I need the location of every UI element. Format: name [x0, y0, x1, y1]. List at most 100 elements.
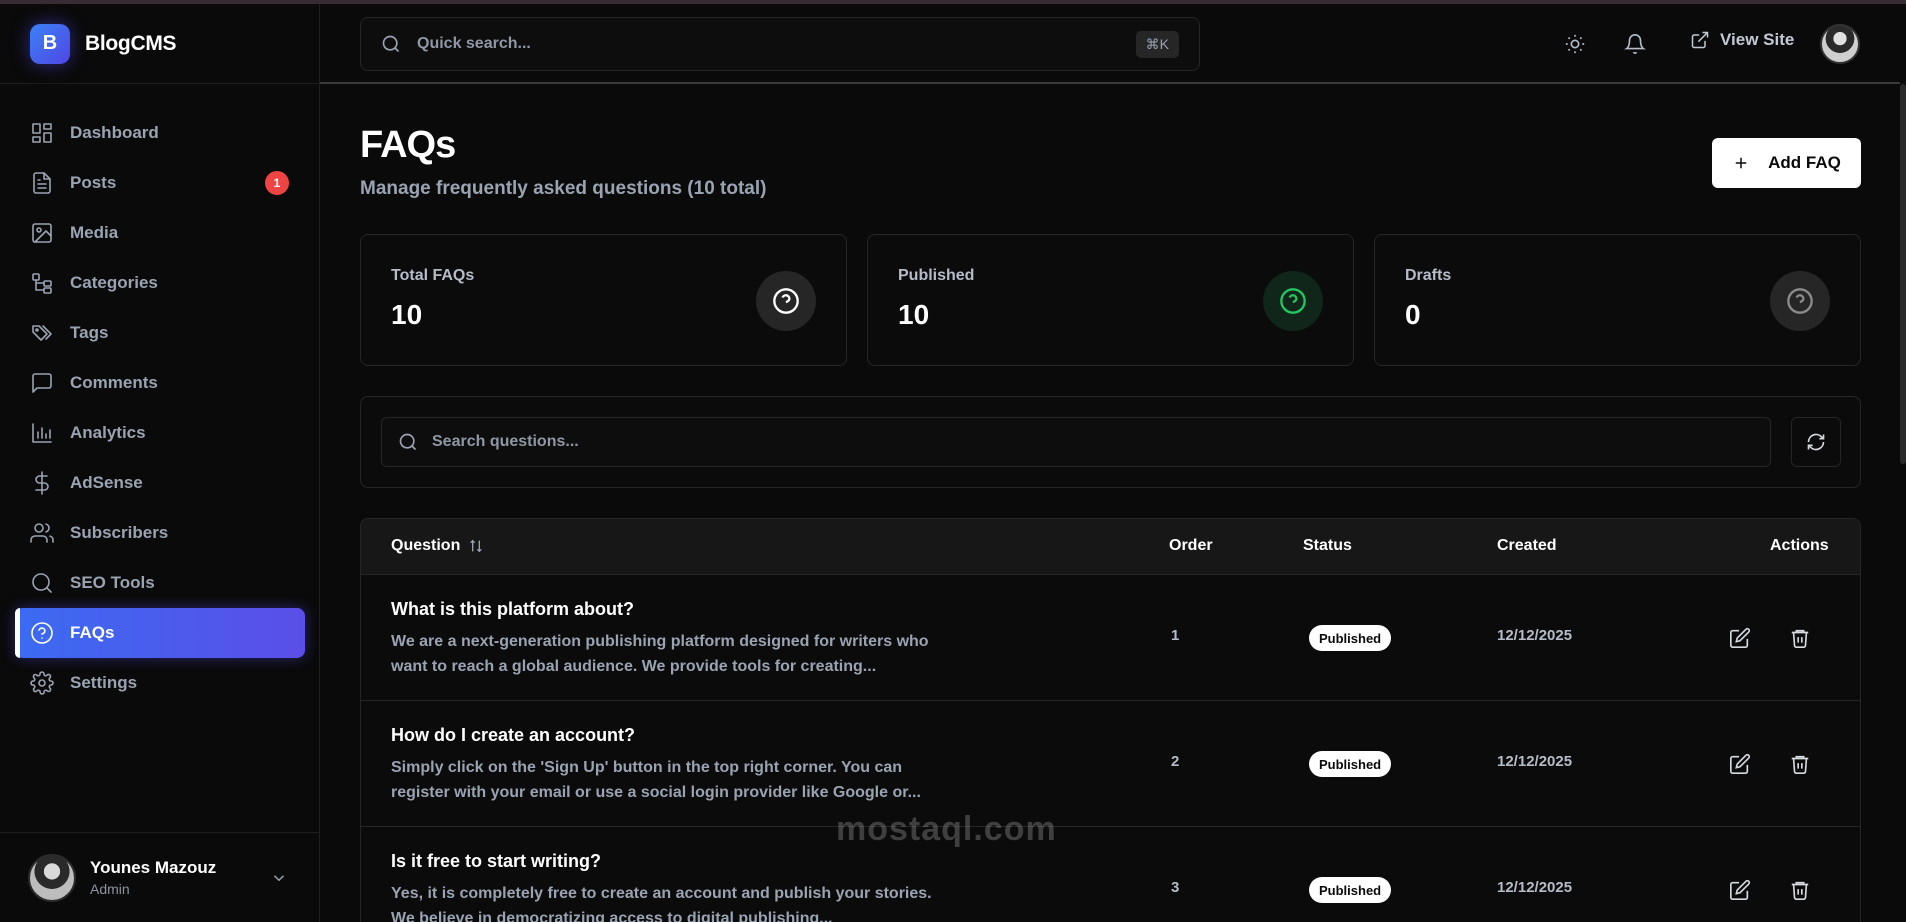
bar-chart-icon [32, 423, 52, 443]
stat-value: 10 [898, 299, 930, 330]
table-header: Question Order Status Created Actions [361, 519, 1860, 575]
column-header-actions: Actions [1770, 537, 1829, 554]
sidebar-item-subscribers[interactable]: Subscribers [15, 508, 305, 558]
search-icon [32, 573, 52, 593]
order-cell: 1 [1171, 627, 1180, 644]
sidebar-item-label: FAQs [70, 623, 115, 642]
sidebar-item-analytics[interactable]: Analytics [15, 408, 305, 458]
avatar [28, 853, 76, 902]
stat-card-drafts: Drafts 0 [1374, 234, 1861, 366]
help-circle-icon [773, 288, 799, 314]
categories-icon [32, 273, 52, 294]
column-header-question[interactable]: Question [391, 537, 484, 555]
quick-search-placeholder: Quick search... [417, 35, 531, 52]
table-row: How do I create an account? Simply click… [361, 701, 1860, 827]
sidebar: B BlogCMS Dashboard Posts 1 Media Catego… [0, 4, 320, 922]
bell-icon[interactable] [1624, 33, 1646, 55]
help-circle-icon [1280, 288, 1306, 314]
keyboard-shortcut-hint: ⌘K [1135, 31, 1179, 58]
column-header-order: Order [1169, 537, 1213, 554]
question-title: Is it free to start writing? [391, 851, 602, 871]
sidebar-item-media[interactable]: Media [15, 208, 305, 258]
gear-icon [30, 671, 54, 695]
stat-value: 10 [391, 299, 423, 330]
question-answer: Simply click on the 'Sign Up' button in … [391, 759, 921, 801]
sidebar-item-seo-tools[interactable]: SEO Tools [15, 558, 305, 608]
quick-search-input[interactable]: Quick search... ⌘K [360, 17, 1200, 71]
sidebar-item-label: Categories [70, 273, 158, 292]
sidebar-item-comments[interactable]: Comments [15, 358, 305, 408]
sidebar-item-categories[interactable]: Categories [15, 258, 305, 308]
scrollbar[interactable] [1900, 84, 1906, 464]
question-answer: Yes, it is completely free to create an … [391, 885, 932, 922]
sort-icon [470, 539, 483, 553]
chevron-down-icon[interactable] [270, 869, 288, 887]
stat-label: Total FAQs [391, 267, 475, 284]
search-icon [382, 35, 400, 53]
sidebar-item-label: Subscribers [70, 523, 169, 542]
trash-icon[interactable] [1789, 627, 1811, 649]
view-site-link[interactable]: View Site [1690, 30, 1794, 50]
help-circle-icon [1787, 288, 1813, 314]
page-subtitle: Manage frequently asked questions (10 to… [360, 178, 767, 199]
sidebar-item-label: Media [70, 223, 119, 242]
column-label: Question [391, 537, 461, 554]
stat-value: 0 [1405, 299, 1421, 330]
question-title: What is this platform about? [391, 599, 634, 619]
stat-card-total: Total FAQs 10 [360, 234, 847, 366]
sidebar-item-label: Settings [70, 673, 138, 692]
sidebar-item-label: Dashboard [70, 123, 159, 142]
created-cell: 12/12/2025 [1497, 879, 1573, 896]
page-title: FAQs [360, 124, 456, 166]
created-cell: 12/12/2025 [1497, 627, 1573, 644]
stat-icon-bg [1263, 271, 1323, 331]
comment-icon [32, 373, 52, 393]
brand-logo: B [30, 23, 70, 64]
order-cell: 3 [1171, 879, 1180, 896]
edit-icon[interactable] [1729, 879, 1751, 901]
refresh-icon [1807, 433, 1825, 451]
stat-icon-bg [756, 271, 816, 331]
top-header: Quick search... ⌘K View Site [320, 4, 1900, 84]
sidebar-item-faqs[interactable]: FAQs [15, 608, 305, 658]
tags-icon [32, 325, 52, 341]
image-icon [32, 223, 52, 243]
stat-card-published: Published 10 [867, 234, 1354, 366]
edit-icon[interactable] [1729, 753, 1751, 775]
trash-icon[interactable] [1789, 753, 1811, 775]
document-icon [33, 172, 51, 194]
sidebar-item-settings[interactable]: Settings [15, 658, 305, 708]
user-meta: Younes Mazouz Admin [90, 858, 216, 897]
sidebar-item-posts[interactable]: Posts 1 [15, 158, 305, 208]
add-faq-label: Add FAQ [1768, 153, 1841, 172]
created-cell: 12/12/2025 [1497, 753, 1573, 770]
sidebar-item-label: Posts [70, 173, 117, 192]
order-cell: 2 [1171, 753, 1180, 770]
plus-icon [1735, 157, 1747, 169]
stat-label: Published [898, 267, 975, 284]
refresh-button[interactable] [1791, 417, 1841, 467]
search-questions-input[interactable]: Search questions... [381, 417, 1771, 467]
user-role: Admin [90, 881, 130, 897]
stat-icon-bg [1770, 271, 1830, 331]
add-faq-button[interactable]: Add FAQ [1712, 138, 1861, 188]
sun-icon[interactable] [1564, 33, 1586, 55]
user-name: Younes Mazouz [90, 858, 217, 877]
table-row: What is this platform about? We are a ne… [361, 575, 1860, 701]
users-icon [30, 523, 54, 543]
trash-icon[interactable] [1789, 879, 1811, 901]
watermark: mostaql.com [836, 810, 1057, 848]
header-avatar[interactable] [1820, 24, 1860, 64]
question-title: How do I create an account? [391, 725, 636, 745]
sidebar-item-tags[interactable]: Tags [15, 308, 305, 358]
search-icon [399, 433, 417, 451]
sidebar-item-adsense[interactable]: AdSense [15, 458, 305, 508]
table-row: Is it free to start writing? Yes, it is … [361, 827, 1860, 922]
external-link-icon [1691, 31, 1709, 49]
user-menu[interactable]: Younes Mazouz Admin [0, 832, 320, 922]
column-header-created: Created [1497, 537, 1557, 554]
edit-icon[interactable] [1729, 627, 1751, 649]
sidebar-item-dashboard[interactable]: Dashboard [15, 108, 305, 158]
sidebar-item-label: AdSense [70, 473, 143, 492]
brand[interactable]: B BlogCMS [0, 4, 319, 84]
